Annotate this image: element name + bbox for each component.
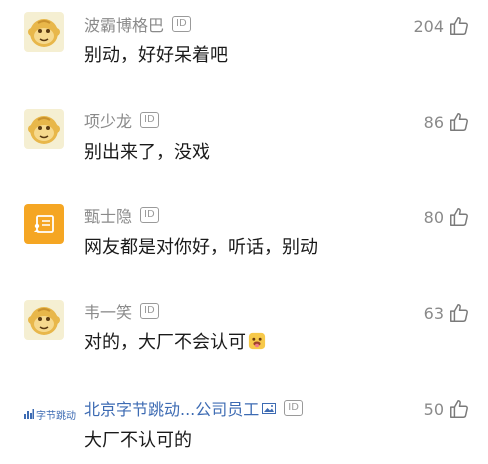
id-badge: ID xyxy=(172,16,191,32)
comment-item: 字节跳动 北京字节跳动...公司员工 ID 大厂不认可的 50 xyxy=(0,384,488,464)
like-count: 86 xyxy=(423,112,444,132)
name-row: 波霸博格巴 ID xyxy=(84,12,191,36)
like-button[interactable]: 86 xyxy=(424,110,470,134)
comment-item: 甄士隐 ID 网友都是对你好，听话，别动 80 xyxy=(0,190,488,270)
thumbs-up-icon xyxy=(450,208,468,226)
thumbs-up-icon xyxy=(450,113,468,131)
user-avatar[interactable] xyxy=(24,109,64,149)
comment-item: 项少龙 ID 别出来了，没戏 86 xyxy=(0,95,488,175)
monkey-avatar-icon xyxy=(24,12,64,52)
id-badge: ID xyxy=(140,207,159,223)
like-count: 80 xyxy=(423,207,444,227)
id-badge: ID xyxy=(140,303,159,319)
comment-item: 波霸博格巴 ID 别动，好好呆着吧 204 xyxy=(0,0,488,80)
orange-id-card-avatar-icon xyxy=(24,204,64,244)
like-count: 63 xyxy=(423,303,444,323)
thumbs-up-icon xyxy=(450,17,468,35)
username[interactable]: 甄士隐 xyxy=(84,203,132,227)
name-row: 项少龙 ID xyxy=(84,108,159,132)
user-avatar[interactable] xyxy=(24,204,64,244)
like-button[interactable]: 50 xyxy=(424,397,470,421)
username[interactable]: 韦一笑 xyxy=(84,299,132,323)
like-button[interactable]: 80 xyxy=(424,205,470,229)
username[interactable]: 北京字节跳动...公司员工 xyxy=(84,396,259,420)
thumbs-up-icon xyxy=(450,400,468,418)
comment-text: 别动，好好呆着吧 xyxy=(84,45,228,66)
comment-text: 网友都是对你好，听话，别动 xyxy=(84,237,318,258)
comment-text: 大厂不认可的 xyxy=(84,430,192,451)
like-count: 204 xyxy=(413,16,444,36)
user-avatar[interactable] xyxy=(24,300,64,340)
bytedance-logo-avatar[interactable]: 字节跳动 xyxy=(24,404,76,424)
comment-item: 韦一笑 ID 对的，大厂不会认可 63 xyxy=(0,287,488,367)
id-badge: ID xyxy=(284,400,303,416)
comment-text: 对的，大厂不会认可 xyxy=(84,332,246,353)
username[interactable]: 项少龙 xyxy=(84,108,132,132)
monkey-avatar-icon xyxy=(24,300,64,340)
bytedance-logo-text: 字节跳动 xyxy=(36,410,76,422)
name-row: 北京字节跳动...公司员工 ID xyxy=(84,396,303,420)
comment-text-row: 对的，大厂不会认可 xyxy=(84,328,266,354)
comment-text: 别出来了，没戏 xyxy=(84,142,210,163)
like-count: 50 xyxy=(423,399,444,419)
bytedance-bars-icon xyxy=(24,409,34,419)
user-avatar[interactable] xyxy=(24,12,64,52)
like-button[interactable]: 63 xyxy=(424,301,470,325)
name-row: 甄士隐 ID xyxy=(84,203,159,227)
id-badge: ID xyxy=(140,112,159,128)
like-button[interactable]: 204 xyxy=(413,14,470,38)
name-row: 韦一笑 ID xyxy=(84,299,159,323)
thumbs-up-icon xyxy=(450,304,468,322)
username[interactable]: 波霸博格巴 xyxy=(84,12,164,36)
monkey-avatar-icon xyxy=(24,109,64,149)
image-icon xyxy=(262,402,277,414)
tongue-out-emoji-icon xyxy=(248,332,266,350)
